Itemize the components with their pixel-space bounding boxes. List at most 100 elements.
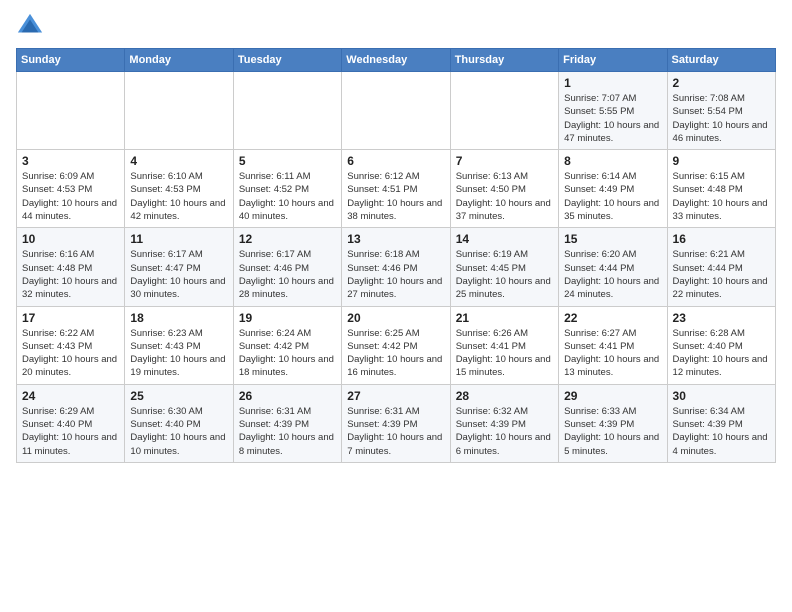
- day-info: Sunrise: 6:13 AM Sunset: 4:50 PM Dayligh…: [456, 170, 553, 223]
- day-cell: 22 Sunrise: 6:27 AM Sunset: 4:41 PM Dayli…: [559, 306, 667, 384]
- day-cell: 18 Sunrise: 6:23 AM Sunset: 4:43 PM Dayli…: [125, 306, 233, 384]
- day-cell: 2 Sunrise: 7:08 AM Sunset: 5:54 PM Daylig…: [667, 72, 775, 150]
- header-day-sunday: Sunday: [17, 49, 125, 72]
- day-cell: [233, 72, 341, 150]
- day-number: 7: [456, 154, 553, 168]
- day-info: Sunrise: 6:34 AM Sunset: 4:39 PM Dayligh…: [673, 405, 770, 458]
- header-day-friday: Friday: [559, 49, 667, 72]
- day-cell: 3 Sunrise: 6:09 AM Sunset: 4:53 PM Daylig…: [17, 150, 125, 228]
- day-number: 19: [239, 311, 336, 325]
- day-info: Sunrise: 6:25 AM Sunset: 4:42 PM Dayligh…: [347, 327, 444, 380]
- day-cell: 23Sunrise: 6:28 AM Sunset: 4:40 PM Dayli…: [667, 306, 775, 384]
- day-cell: 7 Sunrise: 6:13 AM Sunset: 4:50 PM Daylig…: [450, 150, 558, 228]
- day-number: 29: [564, 389, 661, 403]
- day-number: 8: [564, 154, 661, 168]
- day-cell: [342, 72, 450, 150]
- day-info: Sunrise: 6:33 AM Sunset: 4:39 PM Dayligh…: [564, 405, 661, 458]
- day-cell: 10Sunrise: 6:16 AM Sunset: 4:48 PM Dayli…: [17, 228, 125, 306]
- day-number: 25: [130, 389, 227, 403]
- day-info: Sunrise: 7:08 AM Sunset: 5:54 PM Dayligh…: [673, 92, 770, 145]
- day-info: Sunrise: 6:11 AM Sunset: 4:52 PM Dayligh…: [239, 170, 336, 223]
- day-info: Sunrise: 7:07 AM Sunset: 5:55 PM Dayligh…: [564, 92, 661, 145]
- day-cell: [125, 72, 233, 150]
- week-row-4: 17 Sunrise: 6:22 AM Sunset: 4:43 PM Dayli…: [17, 306, 776, 384]
- day-cell: 21 Sunrise: 6:26 AM Sunset: 4:41 PM Dayli…: [450, 306, 558, 384]
- day-cell: 27 Sunrise: 6:31 AM Sunset: 4:39 PM Dayli…: [342, 384, 450, 462]
- day-cell: 9 Sunrise: 6:15 AM Sunset: 4:48 PM Daylig…: [667, 150, 775, 228]
- day-cell: 17 Sunrise: 6:22 AM Sunset: 4:43 PM Dayli…: [17, 306, 125, 384]
- day-number: 21: [456, 311, 553, 325]
- day-info: Sunrise: 6:10 AM Sunset: 4:53 PM Dayligh…: [130, 170, 227, 223]
- day-cell: 29 Sunrise: 6:33 AM Sunset: 4:39 PM Dayli…: [559, 384, 667, 462]
- day-number: 28: [456, 389, 553, 403]
- week-row-1: 1 Sunrise: 7:07 AM Sunset: 5:55 PM Daylig…: [17, 72, 776, 150]
- day-info: Sunrise: 6:14 AM Sunset: 4:49 PM Dayligh…: [564, 170, 661, 223]
- day-cell: 30 Sunrise: 6:34 AM Sunset: 4:39 PM Dayli…: [667, 384, 775, 462]
- day-number: 11: [130, 232, 227, 246]
- day-number: 5: [239, 154, 336, 168]
- week-row-3: 10Sunrise: 6:16 AM Sunset: 4:48 PM Dayli…: [17, 228, 776, 306]
- day-number: 1: [564, 76, 661, 90]
- day-cell: 1 Sunrise: 7:07 AM Sunset: 5:55 PM Daylig…: [559, 72, 667, 150]
- logo: [16, 12, 48, 40]
- day-info: Sunrise: 6:29 AM Sunset: 4:40 PM Dayligh…: [22, 405, 119, 458]
- calendar-table: SundayMondayTuesdayWednesdayThursdayFrid…: [16, 48, 776, 463]
- day-cell: 8 Sunrise: 6:14 AM Sunset: 4:49 PM Daylig…: [559, 150, 667, 228]
- day-number: 18: [130, 311, 227, 325]
- day-number: 17: [22, 311, 119, 325]
- day-info: Sunrise: 6:21 AM Sunset: 4:44 PM Dayligh…: [673, 248, 770, 301]
- day-number: 16: [673, 232, 770, 246]
- header-day-tuesday: Tuesday: [233, 49, 341, 72]
- day-number: 9: [673, 154, 770, 168]
- day-info: Sunrise: 6:23 AM Sunset: 4:43 PM Dayligh…: [130, 327, 227, 380]
- day-info: Sunrise: 6:31 AM Sunset: 4:39 PM Dayligh…: [239, 405, 336, 458]
- page: SundayMondayTuesdayWednesdayThursdayFrid…: [0, 0, 792, 612]
- day-cell: 15 Sunrise: 6:20 AM Sunset: 4:44 PM Dayli…: [559, 228, 667, 306]
- day-number: 14: [456, 232, 553, 246]
- day-info: Sunrise: 6:15 AM Sunset: 4:48 PM Dayligh…: [673, 170, 770, 223]
- day-cell: 4 Sunrise: 6:10 AM Sunset: 4:53 PM Daylig…: [125, 150, 233, 228]
- day-number: 3: [22, 154, 119, 168]
- header-day-monday: Monday: [125, 49, 233, 72]
- day-number: 26: [239, 389, 336, 403]
- day-cell: 5 Sunrise: 6:11 AM Sunset: 4:52 PM Daylig…: [233, 150, 341, 228]
- calendar-header: SundayMondayTuesdayWednesdayThursdayFrid…: [17, 49, 776, 72]
- day-info: Sunrise: 6:19 AM Sunset: 4:45 PM Dayligh…: [456, 248, 553, 301]
- day-cell: 25Sunrise: 6:30 AM Sunset: 4:40 PM Dayli…: [125, 384, 233, 462]
- header-row: SundayMondayTuesdayWednesdayThursdayFrid…: [17, 49, 776, 72]
- header-day-saturday: Saturday: [667, 49, 775, 72]
- day-number: 22: [564, 311, 661, 325]
- day-number: 15: [564, 232, 661, 246]
- day-info: Sunrise: 6:17 AM Sunset: 4:46 PM Dayligh…: [239, 248, 336, 301]
- day-cell: 12 Sunrise: 6:17 AM Sunset: 4:46 PM Dayli…: [233, 228, 341, 306]
- day-info: Sunrise: 6:32 AM Sunset: 4:39 PM Dayligh…: [456, 405, 553, 458]
- day-cell: [17, 72, 125, 150]
- day-number: 12: [239, 232, 336, 246]
- day-number: 2: [673, 76, 770, 90]
- day-info: Sunrise: 6:20 AM Sunset: 4:44 PM Dayligh…: [564, 248, 661, 301]
- week-row-5: 24 Sunrise: 6:29 AM Sunset: 4:40 PM Dayli…: [17, 384, 776, 462]
- day-info: Sunrise: 6:18 AM Sunset: 4:46 PM Dayligh…: [347, 248, 444, 301]
- day-cell: 19 Sunrise: 6:24 AM Sunset: 4:42 PM Dayli…: [233, 306, 341, 384]
- day-info: Sunrise: 6:26 AM Sunset: 4:41 PM Dayligh…: [456, 327, 553, 380]
- day-number: 30: [673, 389, 770, 403]
- day-info: Sunrise: 6:24 AM Sunset: 4:42 PM Dayligh…: [239, 327, 336, 380]
- day-info: Sunrise: 6:09 AM Sunset: 4:53 PM Dayligh…: [22, 170, 119, 223]
- day-info: Sunrise: 6:27 AM Sunset: 4:41 PM Dayligh…: [564, 327, 661, 380]
- week-row-2: 3 Sunrise: 6:09 AM Sunset: 4:53 PM Daylig…: [17, 150, 776, 228]
- day-info: Sunrise: 6:22 AM Sunset: 4:43 PM Dayligh…: [22, 327, 119, 380]
- day-number: 13: [347, 232, 444, 246]
- day-info: Sunrise: 6:12 AM Sunset: 4:51 PM Dayligh…: [347, 170, 444, 223]
- day-cell: 6Sunrise: 6:12 AM Sunset: 4:51 PM Daylig…: [342, 150, 450, 228]
- day-number: 4: [130, 154, 227, 168]
- day-info: Sunrise: 6:16 AM Sunset: 4:48 PM Dayligh…: [22, 248, 119, 301]
- day-number: 27: [347, 389, 444, 403]
- header-day-thursday: Thursday: [450, 49, 558, 72]
- calendar-body: 1 Sunrise: 7:07 AM Sunset: 5:55 PM Daylig…: [17, 72, 776, 463]
- day-info: Sunrise: 6:31 AM Sunset: 4:39 PM Dayligh…: [347, 405, 444, 458]
- day-info: Sunrise: 6:17 AM Sunset: 4:47 PM Dayligh…: [130, 248, 227, 301]
- logo-icon: [16, 12, 44, 40]
- day-cell: [450, 72, 558, 150]
- day-cell: 13 Sunrise: 6:18 AM Sunset: 4:46 PM Dayli…: [342, 228, 450, 306]
- day-number: 24: [22, 389, 119, 403]
